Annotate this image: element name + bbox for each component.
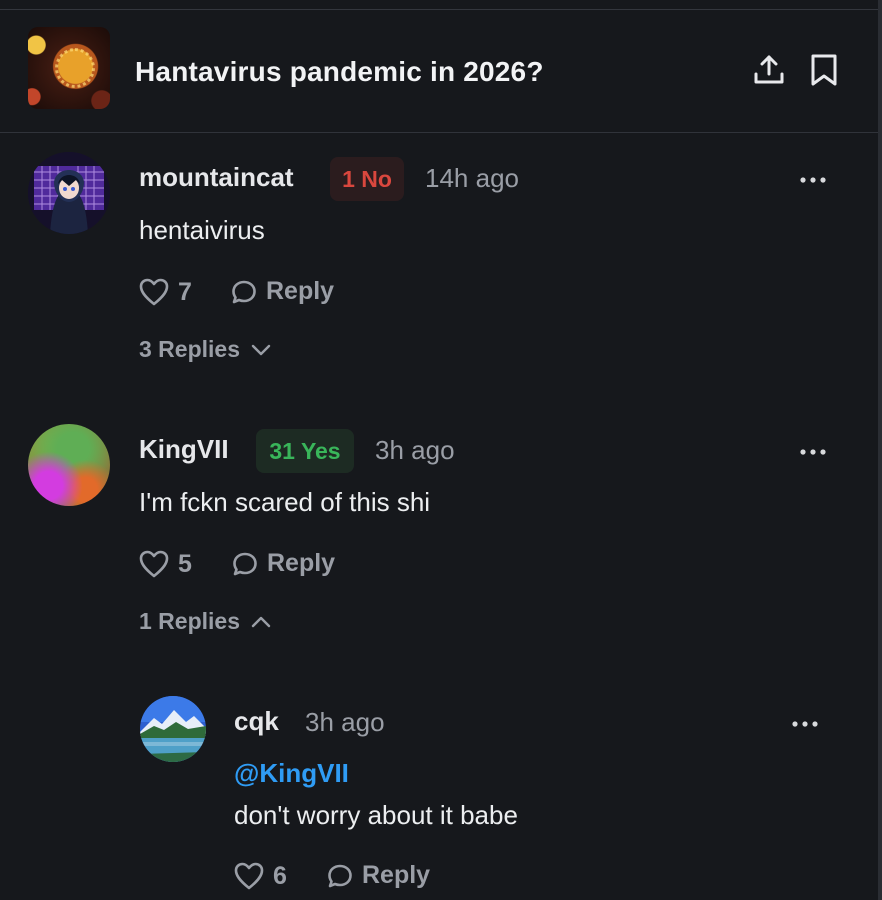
reply-timestamp: 3h ago	[305, 707, 385, 737]
comment-text: I'm fckn scared of this shi	[139, 487, 431, 517]
avatar[interactable]	[28, 152, 110, 234]
share-upload-icon[interactable]	[751, 52, 787, 88]
comment-username[interactable]: KingVII	[139, 434, 229, 465]
heart-icon	[139, 550, 169, 578]
speech-bubble-icon	[233, 552, 257, 575]
reply-label: Reply	[267, 549, 336, 577]
comment-username[interactable]: mountaincat	[139, 162, 294, 193]
market-title[interactable]: Hantavirus pandemic in 2026?	[135, 56, 544, 88]
market-header: Hantavirus pandemic in 2026?	[0, 10, 878, 133]
reply-label: Reply	[362, 861, 431, 889]
heart-icon	[139, 278, 169, 306]
reply-text: don't worry about it babe	[234, 800, 518, 830]
like-button[interactable]: 6	[233, 861, 287, 891]
reply-button[interactable]: Reply	[230, 277, 334, 306]
reply-button[interactable]: Reply	[231, 549, 335, 578]
mention-link[interactable]: @KingVII	[234, 758, 349, 789]
more-options-icon[interactable]	[799, 172, 827, 183]
position-badge-yes: 31 Yes	[256, 429, 354, 473]
comment-timestamp: 14h ago	[425, 163, 519, 193]
avatar[interactable]	[28, 424, 110, 506]
replies-count-label: 1 Replies	[139, 608, 240, 634]
comment-text: hentaivirus	[139, 215, 265, 245]
top-divider	[0, 0, 882, 10]
more-options-icon[interactable]	[799, 444, 827, 455]
view-replies-toggle[interactable]: 3 Replies	[139, 336, 272, 363]
reply-button[interactable]: Reply	[326, 861, 430, 890]
like-count: 6	[273, 861, 287, 890]
reply-username[interactable]: cqk	[234, 706, 279, 737]
market-thumbnail[interactable]	[28, 27, 110, 109]
like-button[interactable]: 7	[138, 277, 192, 307]
like-count: 5	[178, 549, 192, 578]
hide-replies-toggle[interactable]: 1 Replies	[139, 608, 272, 635]
scrollbar-track[interactable]	[878, 0, 882, 900]
position-badge-no: 1 No	[330, 157, 404, 201]
speech-bubble-icon	[232, 280, 256, 303]
chevron-up-icon	[251, 616, 271, 627]
bookmark-icon[interactable]	[806, 52, 842, 88]
avatar[interactable]	[140, 696, 206, 762]
comment-timestamp: 3h ago	[375, 435, 455, 465]
like-button[interactable]: 5	[138, 549, 192, 579]
chevron-down-icon	[251, 344, 271, 355]
more-options-icon[interactable]	[791, 716, 819, 727]
replies-count-label: 3 Replies	[139, 336, 240, 362]
reply-label: Reply	[266, 277, 335, 305]
heart-icon	[234, 862, 264, 890]
speech-bubble-icon	[328, 864, 352, 887]
like-count: 7	[178, 277, 192, 306]
